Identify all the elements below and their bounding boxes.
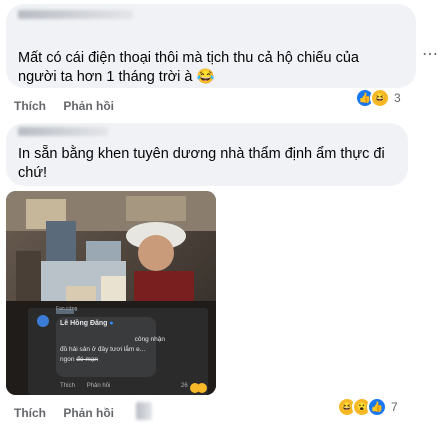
embedded-reply-link: Phản hồi	[86, 383, 111, 389]
comment-text-1: Mất có cái điện thoại thôi mà tịch thu c…	[18, 49, 359, 87]
haha-reaction-icon: 😆	[370, 88, 390, 108]
verified-icon: ●	[109, 320, 114, 327]
like-link[interactable]: Thích	[14, 99, 46, 113]
comment-bubble-2: In sẵn bằng khen tuyên dương nhà thẩm đị…	[6, 123, 408, 186]
comment-bubble-1: Mất có cái điện thoại thôi mà tịch thu c…	[6, 4, 416, 88]
blurred-author-name	[18, 10, 133, 19]
embedded-like-link: Thích	[60, 383, 76, 389]
laugh-emoji-icon: 😂	[196, 69, 215, 85]
strikethrough-text: đó mạn	[76, 356, 98, 363]
reaction-count: 7	[391, 400, 398, 414]
embedded-author-name: Lê Hồng Đăng	[60, 320, 108, 327]
embedded-author: Lê Hồng Đăng ●	[60, 320, 114, 327]
reaction-summary-1[interactable]: 👍 😆 3	[355, 88, 401, 108]
more-options-icon[interactable]: ⋯	[422, 44, 438, 64]
blurred-author-name	[18, 127, 108, 136]
blurred-timestamp	[136, 402, 152, 420]
comment-actions-2: Thích Phản hồi	[14, 406, 128, 420]
embedded-reaction-count: 26	[181, 383, 188, 389]
embedded-badge: Fan cứng	[56, 306, 78, 312]
reaction-count: 3	[394, 91, 401, 105]
reaction-summary-2[interactable]: 😆 😮 👍 7	[337, 397, 398, 417]
reply-link[interactable]: Phản hồi	[63, 99, 114, 113]
embedded-text-line: đồ hải sản ở đây tươi lắm e...	[60, 346, 146, 353]
comment-text-2: In sẵn bằng khen tuyên dương nhà thẩm đị…	[18, 145, 385, 183]
comment-text-line: Mất có cái điện thoại thôi mà tịch thu c…	[18, 50, 359, 66]
reply-link[interactable]: Phản hồi	[63, 406, 114, 420]
comment-text-line: chứ!	[18, 165, 48, 181]
embedded-text-line: công nhận	[134, 336, 165, 343]
embedded-text-line: ngon đó mạn	[60, 356, 98, 363]
comment-actions-1: Thích Phản hồi	[14, 99, 128, 113]
like-link[interactable]: Thích	[14, 406, 46, 420]
embedded-actions: Thích Phản hồi	[60, 383, 110, 389]
attached-photo[interactable]: Fan cứng Lê Hồng Đăng ● công nhận đồ hải…	[6, 191, 216, 395]
comment-text-line: người ta hơn 1 tháng trời à 😂	[18, 69, 215, 85]
like-reaction-icon: 👍	[367, 397, 387, 417]
comment-text-line: In sẵn bằng khen tuyên dương nhà thẩm đị…	[18, 146, 385, 162]
embedded-text: công nhận đồ hải sản ở đây tươi lắm e...…	[60, 335, 165, 365]
